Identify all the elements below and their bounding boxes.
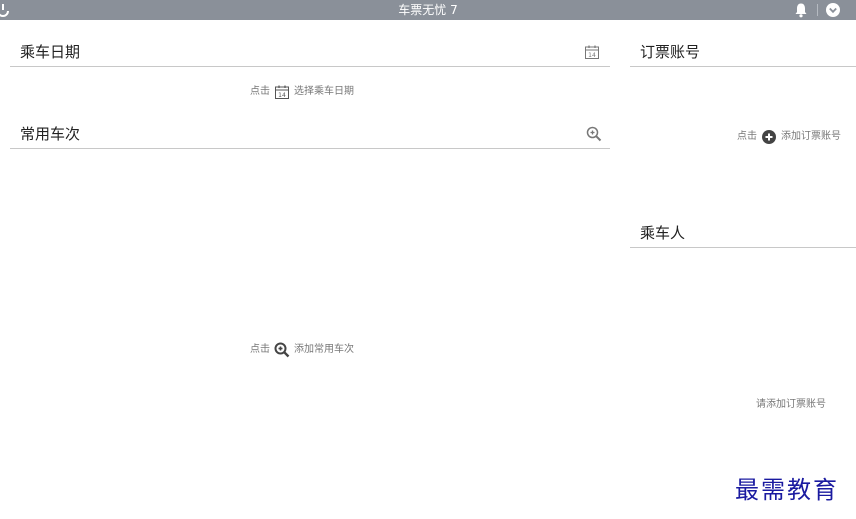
frequent-trains-header: 常用车次: [10, 120, 610, 149]
titlebar-separator: [817, 4, 818, 16]
hint-action: 添加订票账号: [781, 131, 841, 142]
hint-prefix: 点击: [737, 131, 757, 142]
zoom-in-icon[interactable]: [586, 126, 602, 142]
app-title: 车票无忧 7: [398, 3, 458, 17]
calendar-icon[interactable]: 14: [584, 44, 600, 60]
hint-prefix: 点击: [250, 86, 270, 97]
ride-date-hint[interactable]: 点击 14 选择乘车日期: [250, 84, 354, 100]
booking-account-title: 订票账号: [640, 43, 701, 61]
ride-date-title: 乘车日期: [20, 43, 81, 61]
ride-date-header: 乘车日期 14: [10, 38, 610, 67]
passengers-hint: 请添加订票账号: [756, 399, 826, 410]
watermark-text: 最需教育: [735, 476, 839, 504]
title-bar: 车票无忧 7: [0, 0, 856, 20]
svg-text:14: 14: [588, 52, 596, 59]
hint-prefix: 点击: [250, 344, 270, 355]
svg-text:14: 14: [278, 92, 286, 99]
frequent-trains-hint[interactable]: 点击 添加常用车次: [250, 342, 354, 358]
hint-action: 添加常用车次: [294, 344, 354, 355]
bell-icon[interactable]: [793, 2, 809, 18]
booking-account-hint[interactable]: 点击 添加订票账号: [737, 129, 841, 145]
add-circle-icon: [762, 130, 776, 144]
menu-circle-icon[interactable]: [825, 2, 841, 18]
passengers-title: 乘车人: [640, 224, 686, 242]
hint-action: 选择乘车日期: [294, 86, 354, 97]
zoom-in-icon: [274, 342, 290, 358]
frequent-trains-title: 常用车次: [20, 125, 81, 143]
calendar-icon: 14: [275, 85, 289, 99]
passengers-header: 乘车人: [630, 219, 856, 248]
booking-account-header: 订票账号: [630, 38, 856, 67]
